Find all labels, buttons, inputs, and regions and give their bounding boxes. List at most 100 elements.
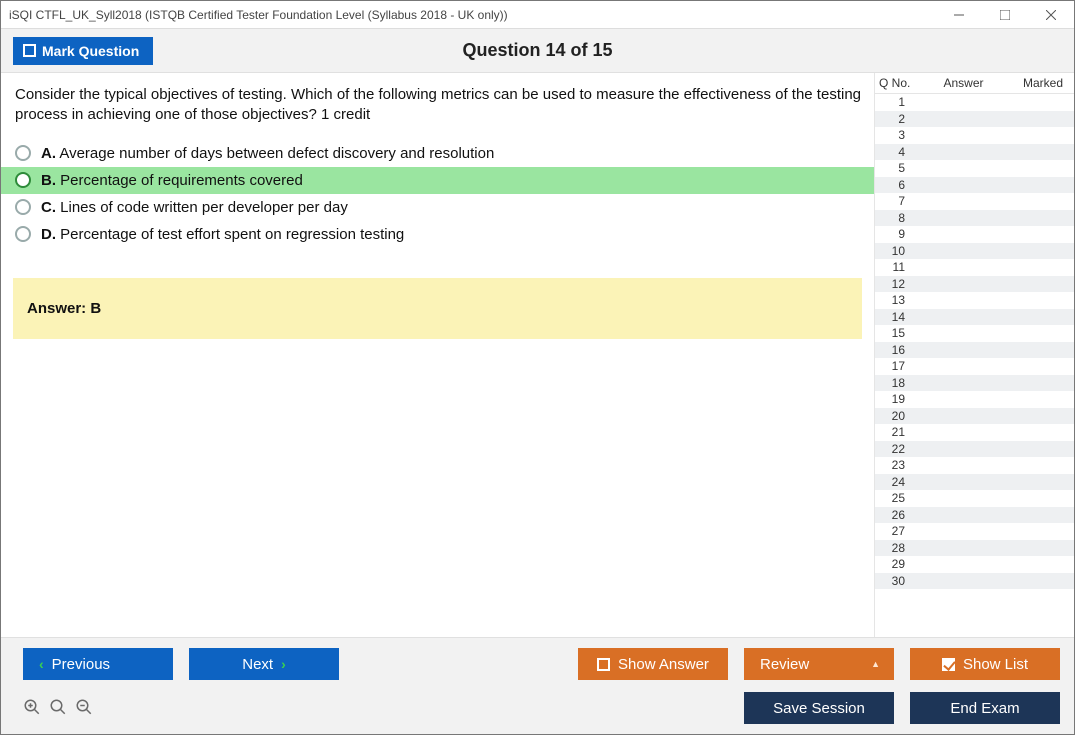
chevron-right-icon: › [281,656,286,672]
qlist-qno: 12 [875,277,915,291]
header-bar: Mark Question Question 14 of 15 [1,29,1074,73]
minimize-button[interactable] [936,1,982,29]
qlist-row[interactable]: 6 [875,177,1074,194]
qlist-header-answer: Answer [915,73,1012,93]
answer-option[interactable]: A. Average number of days between defect… [1,140,874,167]
qlist-row[interactable]: 25 [875,490,1074,507]
qlist-row[interactable]: 28 [875,540,1074,557]
qlist-row[interactable]: 30 [875,573,1074,590]
qlist-header-qno: Q No. [875,73,915,93]
qlist-row[interactable]: 13 [875,292,1074,309]
qlist-row[interactable]: 9 [875,226,1074,243]
qlist-qno: 25 [875,491,915,505]
end-exam-label: End Exam [950,700,1019,717]
qlist-qno: 5 [875,161,915,175]
mark-question-label: Mark Question [42,43,139,59]
qlist-qno: 11 [875,260,915,274]
radio-icon [15,172,31,188]
qlist-qno: 28 [875,541,915,555]
qlist-header: Q No. Answer Marked [875,73,1074,94]
qlist-qno: 16 [875,343,915,357]
qlist-row[interactable]: 12 [875,276,1074,293]
close-button[interactable] [1028,1,1074,29]
checkbox-icon [597,658,610,671]
qlist-body[interactable]: 1234567891011121314151617181920212223242… [875,94,1074,637]
qlist-qno: 19 [875,392,915,406]
show-answer-label: Show Answer [618,656,709,673]
zoom-controls [23,698,93,719]
qlist-row[interactable]: 11 [875,259,1074,276]
zoom-in-icon[interactable] [23,698,41,719]
radio-icon [15,226,31,242]
qlist-qno: 4 [875,145,915,159]
qlist-row[interactable]: 21 [875,424,1074,441]
qlist-row[interactable]: 24 [875,474,1074,491]
qlist-qno: 18 [875,376,915,390]
qlist-row[interactable]: 3 [875,127,1074,144]
question-list-sidebar: Q No. Answer Marked 12345678910111213141… [874,73,1074,637]
qlist-qno: 17 [875,359,915,373]
qlist-qno: 30 [875,574,915,588]
next-button[interactable]: Next › [189,648,339,680]
end-exam-button[interactable]: End Exam [910,692,1060,724]
qlist-row[interactable]: 14 [875,309,1074,326]
qlist-row[interactable]: 27 [875,523,1074,540]
qlist-qno: 24 [875,475,915,489]
radio-icon [15,145,31,161]
zoom-out-icon[interactable] [75,698,93,719]
footer: ‹ Previous Next › Show Answer Review ▲ S… [1,637,1074,734]
qlist-row[interactable]: 18 [875,375,1074,392]
answer-option-label: D. Percentage of test effort spent on re… [41,226,404,243]
qlist-qno: 20 [875,409,915,423]
show-list-button[interactable]: Show List [910,648,1060,680]
question-counter: Question 14 of 15 [1,40,1074,61]
qlist-row[interactable]: 2 [875,111,1074,128]
qlist-header-marked: Marked [1012,73,1074,93]
qlist-qno: 13 [875,293,915,307]
save-session-button[interactable]: Save Session [744,692,894,724]
qlist-row[interactable]: 1 [875,94,1074,111]
chevron-left-icon: ‹ [39,656,44,672]
previous-button[interactable]: ‹ Previous [23,648,173,680]
qlist-qno: 26 [875,508,915,522]
show-list-label: Show List [963,656,1028,673]
qlist-row[interactable]: 8 [875,210,1074,227]
zoom-reset-icon[interactable] [49,698,67,719]
previous-label: Previous [52,656,110,673]
mark-question-button[interactable]: Mark Question [13,37,153,65]
qlist-qno: 29 [875,557,915,571]
qlist-qno: 1 [875,95,915,109]
qlist-qno: 15 [875,326,915,340]
show-answer-button[interactable]: Show Answer [578,648,728,680]
window-title: iSQI CTFL_UK_Syll2018 (ISTQB Certified T… [9,8,508,22]
qlist-qno: 3 [875,128,915,142]
qlist-row[interactable]: 20 [875,408,1074,425]
qlist-row[interactable]: 23 [875,457,1074,474]
qlist-qno: 21 [875,425,915,439]
qlist-row[interactable]: 5 [875,160,1074,177]
next-label: Next [242,656,273,673]
qlist-row[interactable]: 19 [875,391,1074,408]
qlist-row[interactable]: 16 [875,342,1074,359]
answer-option-label: C. Lines of code written per developer p… [41,199,348,216]
qlist-qno: 22 [875,442,915,456]
checkbox-checked-icon [942,658,955,671]
qlist-row[interactable]: 4 [875,144,1074,161]
qlist-qno: 27 [875,524,915,538]
qlist-row[interactable]: 7 [875,193,1074,210]
answer-option[interactable]: D. Percentage of test effort spent on re… [1,221,874,248]
maximize-button[interactable] [982,1,1028,29]
checkbox-icon [23,44,36,57]
qlist-row[interactable]: 15 [875,325,1074,342]
qlist-row[interactable]: 26 [875,507,1074,524]
answer-option[interactable]: B. Percentage of requirements covered [1,167,874,194]
review-button[interactable]: Review ▲ [744,648,894,680]
qlist-qno: 14 [875,310,915,324]
qlist-row[interactable]: 22 [875,441,1074,458]
qlist-row[interactable]: 17 [875,358,1074,375]
question-content: Consider the typical objectives of testi… [1,73,874,637]
qlist-row[interactable]: 29 [875,556,1074,573]
answer-option[interactable]: C. Lines of code written per developer p… [1,194,874,221]
qlist-row[interactable]: 10 [875,243,1074,260]
qlist-qno: 23 [875,458,915,472]
